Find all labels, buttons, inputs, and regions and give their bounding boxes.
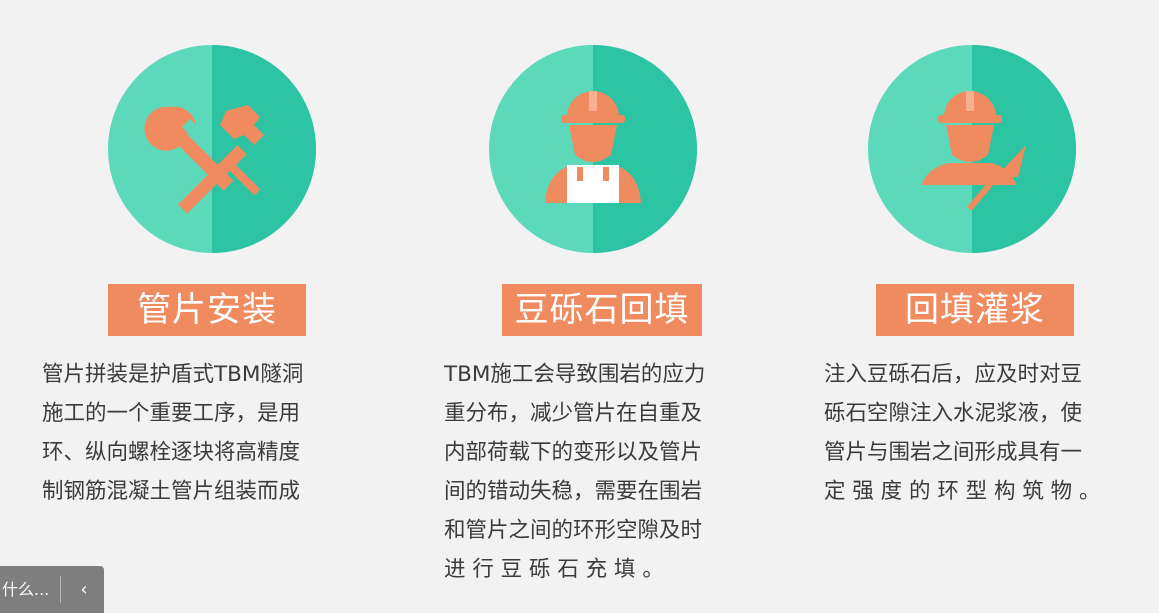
- card-title: 豆砾石回填: [502, 284, 702, 336]
- card-description: 注入豆砾石后，应及时对豆 砾石空隙注入水泥浆液，使 管片与围岩之间形成具有一 定…: [824, 362, 1101, 504]
- card-backfill-grouting: 回填灌浆 注入豆砾石后，应及时对豆 砾石空隙注入水泥浆液，使 管片与围岩之间形成…: [800, 0, 1120, 613]
- card-title: 管片安装: [108, 284, 306, 336]
- card-description: 管片拼装是护盾式TBM隧洞 施工的一个重要工序，是用 环、纵向螺栓逐块将高精度 …: [42, 362, 304, 504]
- chevron-left-icon[interactable]: ‹: [72, 566, 96, 613]
- card-pipe-segment-installation: 管片安装 管片拼装是护盾式TBM隧洞 施工的一个重要工序，是用 环、纵向螺栓逐块…: [0, 0, 320, 613]
- card-pea-gravel-backfill: 豆砾石回填 TBM施工会导致围岩的应力 重分布，减少管片在自重及 内部荷载下的变…: [420, 0, 740, 613]
- card-description: TBM施工会导致围岩的应力 重分布，减少管片在自重及 内部荷载下的变形以及管片 …: [444, 362, 706, 582]
- wrench-hammer-icon: [144, 105, 264, 214]
- worker-helmet-icon: [545, 91, 641, 203]
- icon-circle: [868, 45, 1076, 253]
- toast-divider: [60, 576, 61, 603]
- toast-panel: 什么... ‹: [0, 566, 104, 613]
- worker-trowel-icon: [922, 91, 1026, 211]
- card-title: 回填灌浆: [876, 284, 1074, 336]
- toast-text: 什么...: [2, 580, 50, 599]
- icon-circle: [108, 45, 316, 253]
- icon-circle: [489, 45, 697, 253]
